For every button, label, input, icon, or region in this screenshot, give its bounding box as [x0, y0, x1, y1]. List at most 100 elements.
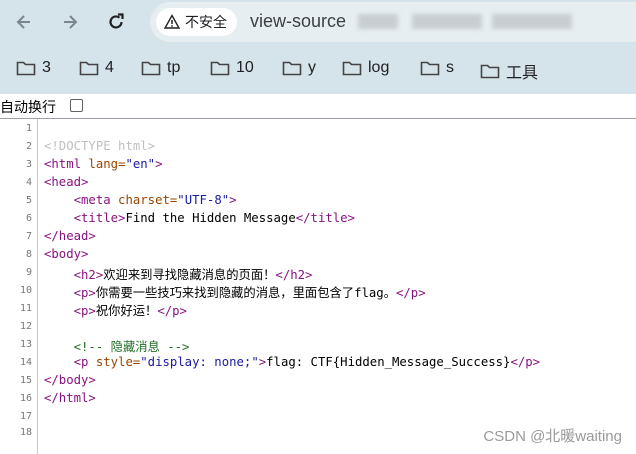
folder-icon [16, 61, 36, 75]
security-label: 不安全 [185, 14, 227, 30]
line-number: 5 [25, 195, 32, 206]
address-bar[interactable]: 不安全 view-source [150, 2, 636, 42]
tag-token: > [229, 193, 237, 207]
tag-token: <p [73, 355, 89, 369]
folder-icon [480, 64, 500, 78]
line-number: 13 [19, 339, 32, 350]
bookmark-label: y [308, 59, 316, 76]
source-line: 7 </head> [0, 227, 636, 245]
warning-icon [164, 14, 180, 29]
text-token: 祝你好运！ [95, 304, 158, 318]
text-token: 你需要一些技巧来找到隐藏的消息，里面包含了flag。 [95, 286, 396, 300]
flag-text: flag: CTF{Hidden_Message_Success} [266, 355, 511, 369]
attr-token: charset= [110, 193, 178, 207]
value-token: "display: none;" [140, 355, 259, 369]
forward-button[interactable] [54, 6, 86, 38]
browser-toolbar: 不安全 view-source [0, 0, 636, 45]
tag-token: </title> [295, 211, 355, 225]
line-number: 4 [25, 177, 32, 188]
source-line: 10 <p>你需要一些技巧来找到隐藏的消息，里面包含了flag。</p> [0, 281, 636, 300]
attr-token: style= [88, 355, 141, 369]
folder-icon [79, 61, 99, 75]
bookmark-folder[interactable]: s [420, 59, 454, 77]
line-number: 3 [25, 159, 32, 170]
line-number: 10 [19, 285, 32, 296]
back-button[interactable] [8, 6, 40, 38]
bookmark-folder[interactable]: tp [141, 59, 180, 77]
line-number: 11 [19, 303, 32, 314]
folder-icon [342, 61, 362, 75]
source-line: 4 <head> [0, 173, 636, 191]
folder-icon [282, 61, 302, 75]
bookmark-label: tp [167, 59, 181, 76]
attr-token: lang= [81, 157, 126, 171]
tag-token: </html> [44, 391, 96, 405]
redacted-url [412, 14, 482, 29]
line-number: 9 [25, 267, 32, 278]
bookmark-label: 工具 [506, 65, 539, 82]
source-line: 13 <!-- 隐藏消息 --> [0, 335, 636, 354]
source-line: 2 <!DOCTYPE html> [0, 137, 636, 155]
bookmark-folder[interactable]: 10 [210, 59, 254, 77]
doctype-token: <!DOCTYPE html> [44, 139, 156, 153]
line-wrap-label: 自动换行 [0, 100, 56, 116]
bookmark-label: 4 [105, 59, 114, 76]
source-line: 1 [0, 119, 636, 137]
tag-token: </p> [396, 286, 426, 300]
source-line: 3 <html lang="en"> [0, 155, 636, 173]
tag-token: <h2> [73, 268, 104, 282]
line-wrap-checkbox[interactable] [70, 99, 83, 112]
folder-icon [210, 61, 230, 75]
reload-icon [109, 13, 124, 29]
tag-token: <head> [44, 175, 89, 189]
bookmark-label: 10 [236, 59, 254, 76]
bookmark-label: log [368, 59, 390, 76]
tag-token: <meta [73, 193, 111, 207]
tag-token: <body> [44, 247, 89, 261]
watermark: CSDN @北暖waiting [483, 428, 622, 445]
bookmark-folder[interactable]: y [282, 59, 316, 77]
arrow-left-icon [16, 15, 30, 29]
tag-token: </p> [510, 355, 541, 369]
tag-token: </h2> [275, 268, 313, 282]
value-token: "UTF-8" [177, 193, 230, 207]
bookmark-folder[interactable]: 4 [79, 59, 114, 77]
tag-token: </p> [157, 304, 187, 318]
arrow-right-icon [64, 15, 78, 29]
folder-icon [420, 61, 440, 75]
source-line: 12 [0, 317, 636, 335]
tag-token: <p> [73, 286, 96, 300]
url-text: view-source [250, 11, 347, 31]
bookmark-folder[interactable]: 3 [16, 59, 51, 77]
line-number: 16 [19, 393, 32, 404]
bookmarks-bar: 3 4 tp 10 y log s 工具 [0, 45, 636, 94]
source-view: 1 2 <!DOCTYPE html> 3 <html lang="en"> 4… [0, 119, 636, 454]
line-number: 1 [25, 123, 32, 134]
source-line: 6 <title>Find the Hidden Message</title> [0, 209, 636, 227]
comment-token: <!-- 隐藏消息 --> [73, 340, 190, 354]
source-line: 14 <p style="display: none;">flag: CTF{H… [0, 353, 636, 371]
tag-token: <p> [73, 304, 96, 318]
line-number: 7 [25, 231, 32, 242]
tag-token: > [155, 157, 163, 171]
text-token: 欢迎来到寻找隐藏消息的页面！ [103, 268, 276, 282]
line-number: 8 [25, 249, 32, 260]
line-number: 14 [19, 357, 32, 368]
source-line: 9 <h2>欢迎来到寻找隐藏消息的页面！</h2> [0, 263, 636, 282]
line-number: 6 [25, 213, 32, 224]
source-line: 5 <meta charset="UTF-8"> [0, 191, 636, 209]
security-chip[interactable]: 不安全 [156, 8, 237, 36]
source-line: 8 <body> [0, 245, 636, 263]
source-line: 15 </body> [0, 371, 636, 389]
folder-icon [141, 61, 161, 75]
line-number: 15 [19, 375, 32, 386]
tag-token: </head> [44, 229, 96, 243]
reload-button[interactable] [100, 6, 132, 38]
text-token: Find the Hidden Message [125, 211, 296, 225]
line-wrap-bar: 自动换行 [0, 94, 636, 119]
source-line: 11 <p>祝你好运！</p> [0, 299, 636, 318]
bookmark-folder[interactable]: 工具 [480, 59, 538, 83]
line-number: 12 [19, 321, 32, 332]
bookmark-folder[interactable]: log [342, 59, 389, 77]
tag-token: </body> [44, 373, 96, 387]
